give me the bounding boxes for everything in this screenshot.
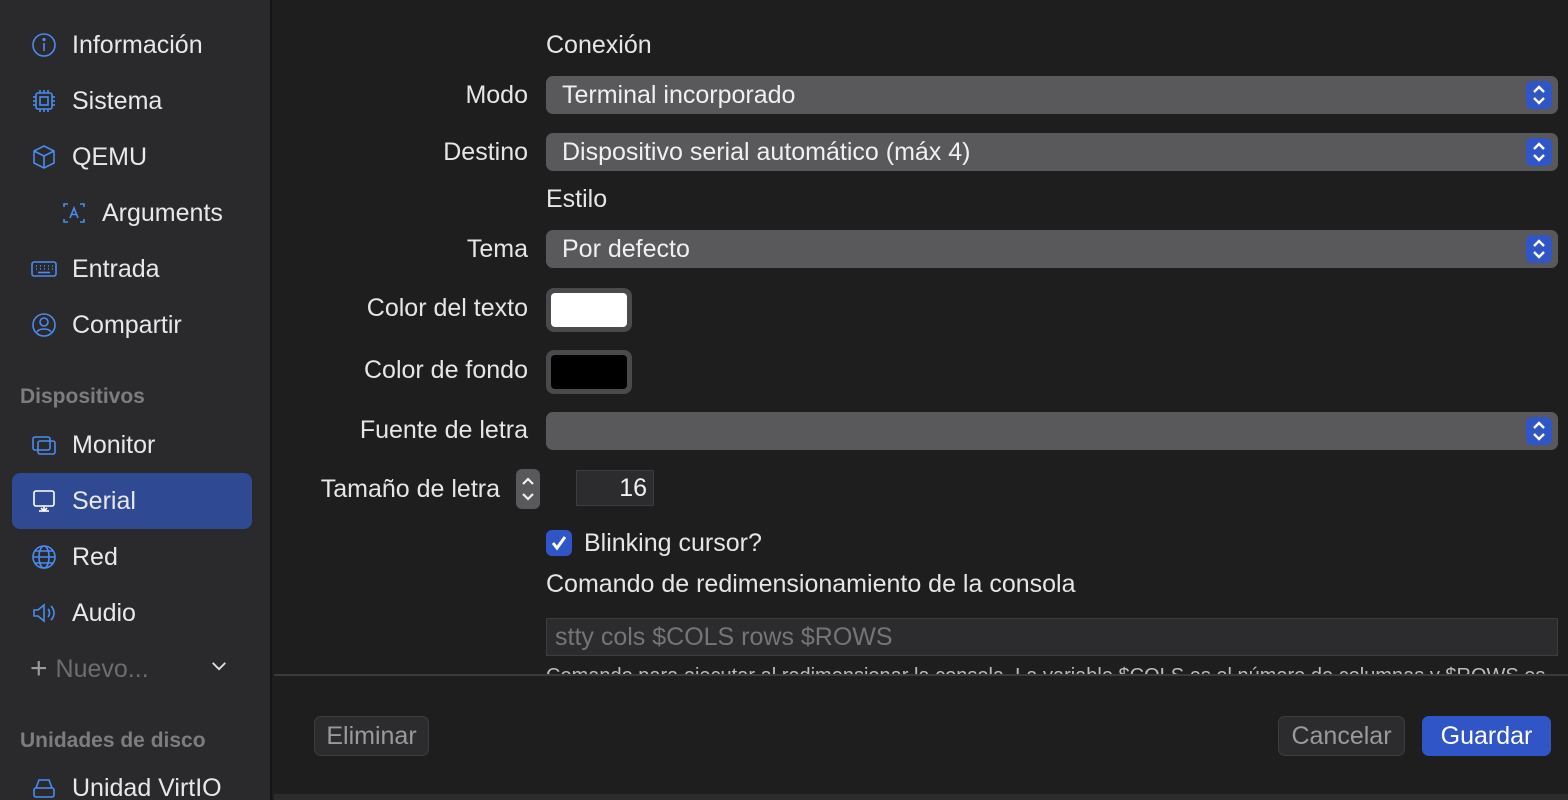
new-device-label: Nuevo... bbox=[55, 654, 149, 683]
footer-divider bbox=[274, 674, 1568, 676]
blinking-cursor-label: Blinking cursor? bbox=[584, 529, 762, 557]
mode-value: Terminal incorporado bbox=[562, 80, 796, 109]
sidebar-item-monitor[interactable]: Monitor bbox=[12, 417, 252, 473]
person-circle-icon bbox=[30, 311, 58, 339]
bg-color-well[interactable] bbox=[546, 350, 632, 394]
font-size-label: Tamaño de letra bbox=[320, 475, 500, 503]
resize-help-text-container: Comando para ejecutar al redimensionar l… bbox=[546, 664, 1558, 674]
background-window-strip bbox=[274, 794, 1568, 800]
keyboard-icon bbox=[30, 255, 58, 283]
drive-icon bbox=[30, 774, 58, 800]
display-icon bbox=[30, 431, 58, 459]
font-size-stepper[interactable] bbox=[516, 469, 540, 509]
theme-label: Tema bbox=[466, 235, 528, 263]
mode-label: Modo bbox=[465, 81, 528, 109]
sidebar-item-label: Arguments bbox=[102, 198, 223, 227]
target-value: Dispositivo serial automático (máx 4) bbox=[562, 137, 971, 166]
font-popup[interactable] bbox=[546, 412, 1558, 450]
bg-color-swatch bbox=[551, 355, 627, 389]
blinking-cursor-checkbox[interactable] bbox=[546, 530, 572, 556]
stepper-arrows-icon bbox=[522, 477, 534, 501]
chevron-down-icon bbox=[208, 655, 230, 684]
resize-command-title: Comando de redimensionamiento de la cons… bbox=[546, 570, 1076, 598]
sidebar-item-qemu[interactable]: QEMU bbox=[12, 129, 252, 185]
new-device-menu[interactable]: + Nuevo... bbox=[12, 641, 252, 697]
chip-icon bbox=[30, 87, 58, 115]
devices-header: Dispositivos bbox=[20, 385, 145, 408]
save-button[interactable]: Guardar bbox=[1422, 716, 1551, 756]
globe-icon bbox=[30, 543, 58, 571]
sidebar-item-informacion[interactable]: Información bbox=[12, 17, 252, 73]
updown-chevron-icon bbox=[1526, 235, 1552, 263]
text-box-icon bbox=[60, 199, 88, 227]
sidebar-item-sistema[interactable]: Sistema bbox=[12, 73, 252, 129]
sidebar-item-label: Sistema bbox=[72, 86, 163, 115]
info-icon bbox=[30, 31, 58, 59]
updown-chevron-icon bbox=[1526, 417, 1552, 445]
sidebar-item-red[interactable]: Red bbox=[12, 529, 252, 585]
delete-button[interactable]: Eliminar bbox=[314, 716, 429, 756]
sidebar-item-label: Unidad VirtIO bbox=[72, 773, 222, 800]
sidebar-item-label: Información bbox=[72, 30, 203, 59]
target-popup[interactable]: Dispositivo serial automático (máx 4) bbox=[546, 133, 1558, 171]
sidebar-item-label: Entrada bbox=[72, 254, 160, 283]
cancel-button[interactable]: Cancelar bbox=[1278, 716, 1405, 756]
text-color-swatch bbox=[551, 293, 627, 327]
sidebar-item-audio[interactable]: Audio bbox=[12, 585, 252, 641]
plus-icon: + bbox=[30, 652, 48, 685]
sidebar-item-label: Red bbox=[72, 542, 118, 571]
resize-help-text: Comando para ejecutar al redimensionar l… bbox=[546, 665, 1545, 674]
theme-value: Por defecto bbox=[562, 234, 690, 263]
style-section-title: Estilo bbox=[546, 185, 608, 213]
font-size-field[interactable]: 16 bbox=[576, 470, 654, 506]
sidebar: Información Sistema QEMU Arguments Entra… bbox=[0, 0, 272, 800]
checkmark-icon bbox=[551, 536, 567, 551]
sidebar-item-arguments[interactable]: Arguments bbox=[12, 185, 252, 241]
resize-command-input[interactable] bbox=[546, 618, 1558, 656]
sidebar-item-label: QEMU bbox=[72, 142, 147, 171]
theme-popup[interactable]: Por defecto bbox=[546, 230, 1558, 268]
target-label: Destino bbox=[443, 138, 528, 166]
sidebar-item-label: Compartir bbox=[72, 310, 182, 339]
mode-popup[interactable]: Terminal incorporado bbox=[546, 76, 1558, 114]
sidebar-item-virtio-drive[interactable]: Unidad VirtIO bbox=[12, 760, 252, 800]
sidebar-item-label: Audio bbox=[72, 598, 136, 627]
sidebar-item-label: Serial bbox=[72, 486, 136, 515]
sidebar-item-compartir[interactable]: Compartir bbox=[12, 297, 252, 353]
text-color-label: Color del texto bbox=[366, 294, 528, 322]
cube-icon bbox=[30, 143, 58, 171]
speaker-icon bbox=[30, 599, 58, 627]
sidebar-item-serial[interactable]: Serial bbox=[12, 473, 252, 529]
bg-color-label: Color de fondo bbox=[363, 356, 528, 384]
sidebar-item-label: Monitor bbox=[72, 430, 156, 459]
drives-header: Unidades de disco bbox=[20, 729, 206, 752]
updown-chevron-icon bbox=[1526, 81, 1552, 109]
updown-chevron-icon bbox=[1526, 138, 1552, 166]
connection-section-title: Conexión bbox=[546, 31, 652, 59]
font-label: Fuente de letra bbox=[359, 416, 528, 444]
text-color-well[interactable] bbox=[546, 288, 632, 332]
serial-settings-pane: Conexión Modo Terminal incorporado Desti… bbox=[274, 0, 1568, 800]
serial-icon bbox=[30, 487, 58, 515]
sidebar-item-entrada[interactable]: Entrada bbox=[12, 241, 252, 297]
